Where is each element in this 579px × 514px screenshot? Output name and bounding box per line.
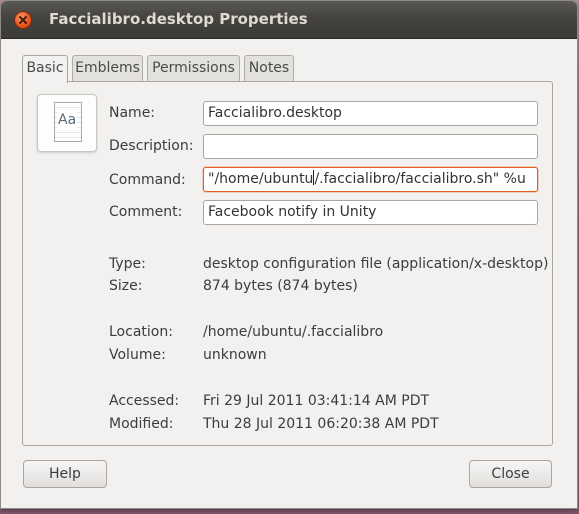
help-button[interactable]: Help [23, 460, 107, 488]
accessed-label: Accessed: [109, 393, 180, 409]
text-document-icon: Aa [54, 102, 82, 142]
description-label: Description: [109, 138, 194, 154]
volume-label: Volume: [109, 347, 166, 363]
comment-field[interactable]: Facebook notify in Unity [203, 200, 538, 225]
location-label: Location: [109, 324, 173, 340]
tab-emblems[interactable]: Emblems [72, 55, 143, 81]
close-button[interactable]: Close [469, 460, 552, 488]
tab-permissions[interactable]: Permissions [147, 55, 240, 81]
accessed-value: Fri 29 Jul 2011 03:41:14 AM PDT [203, 393, 430, 409]
title-bar[interactable]: Faccialibro.desktop Properties [1, 1, 577, 39]
location-value: /home/ubuntu/.faccialibro [203, 324, 384, 340]
modified-label: Modified: [109, 416, 174, 432]
command-text-after-caret: /.faccialibro/faccialibro.sh" %u [314, 171, 526, 187]
tab-basic[interactable]: Basic [22, 55, 68, 83]
type-label: Type: [109, 256, 146, 272]
modified-value: Thu 28 Jul 2011 06:20:38 AM PDT [203, 416, 439, 432]
command-label: Command: [109, 172, 186, 188]
close-icon [19, 16, 27, 24]
name-label: Name: [109, 105, 156, 121]
file-icon-glyph: Aa [57, 112, 78, 128]
size-value: 874 bytes (874 bytes) [203, 278, 358, 294]
window-title: Faccialibro.desktop Properties [49, 10, 308, 28]
window-close-button[interactable] [14, 11, 32, 29]
comment-label: Comment: [109, 204, 183, 220]
properties-dialog: Faccialibro.desktop Properties Basic Emb… [0, 0, 578, 509]
name-field[interactable]: Faccialibro.desktop [203, 101, 538, 126]
tab-notes[interactable]: Notes [244, 55, 294, 81]
description-field[interactable] [203, 134, 538, 159]
command-text-before-caret: "/home/ubuntu [208, 171, 314, 187]
command-field[interactable]: "/home/ubuntu/.faccialibro/faccialibro.s… [203, 167, 538, 192]
size-label: Size: [109, 278, 143, 294]
file-icon-button[interactable]: Aa [37, 94, 97, 152]
volume-value: unknown [203, 347, 267, 363]
type-value: desktop configuration file (application/… [203, 256, 549, 272]
